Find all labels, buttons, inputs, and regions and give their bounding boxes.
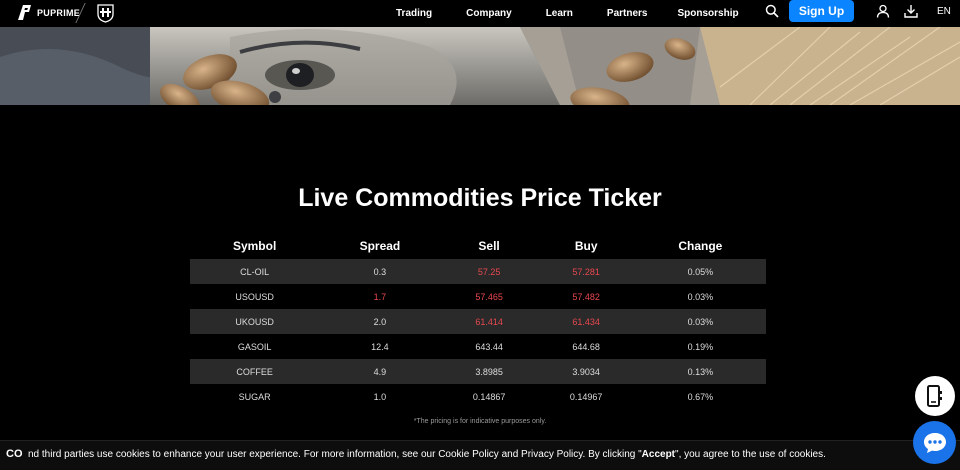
pricing-disclaimer: *The pricing is for indicative purposes …: [413, 418, 547, 425]
sell-cell: 3.8985: [440, 359, 538, 384]
buy-cell: 644.68: [572, 341, 600, 352]
spread-cell: 0.3: [319, 259, 441, 284]
spread-cell: 1.7: [373, 291, 387, 302]
symbol-cell: USOUSD: [235, 291, 274, 302]
sell-cell: 57.465: [475, 291, 503, 302]
nav-sponsorship[interactable]: Sponsorship: [678, 8, 739, 19]
top-navigation-bar: PUPRIME Trading Company Learn Partners S…: [0, 0, 960, 27]
chat-icon: [923, 432, 946, 453]
nav-learn[interactable]: Learn: [546, 8, 573, 19]
nav-company[interactable]: Company: [466, 8, 512, 19]
download-icon[interactable]: [904, 4, 918, 18]
spread-cell: 1.0: [373, 391, 387, 402]
cookie-message-part1: nd third parties use cookies to enhance …: [28, 449, 642, 460]
symbol-cell: GASOIL: [237, 341, 272, 352]
signup-button[interactable]: Sign Up: [789, 0, 854, 22]
puprime-logo[interactable]: PUPRIME: [16, 4, 80, 21]
main-nav: Trading Company Learn Partners Sponsorsh…: [396, 0, 739, 27]
spread-cell: 4.9: [319, 359, 441, 384]
symbol-cell: SUGAR: [238, 391, 271, 402]
change-cell: 0.03%: [687, 291, 714, 302]
sell-cell: 57.25: [440, 259, 538, 284]
cookie-close-button[interactable]: CO: [6, 448, 23, 460]
column-header-change: Change: [678, 239, 723, 253]
spread-cell: 12.4: [371, 341, 389, 352]
change-cell: 0.67%: [687, 391, 714, 402]
cookie-message: nd third parties use cookies to enhance …: [28, 449, 826, 460]
column-header-sell: Sell: [478, 239, 500, 253]
price-ticker-table: Symbol Spread Sell Buy Change CL-OIL 0.3…: [190, 233, 766, 409]
language-selector[interactable]: EN: [937, 6, 951, 17]
column-header-buy: Buy: [574, 239, 598, 253]
sell-cell: 0.14867: [472, 391, 506, 402]
search-icon[interactable]: [765, 4, 779, 18]
buy-cell: 0.14967: [569, 391, 603, 402]
buy-cell: 3.9034: [537, 359, 635, 384]
page-title: Live Commodities Price Ticker: [298, 184, 662, 212]
table-row: SUGAR 1.0 0.14867 0.14967 0.67%: [190, 384, 766, 409]
live-chat-button[interactable]: [913, 421, 956, 464]
brand-name: PUPRIME: [37, 7, 81, 18]
sponsor-crest-icon: [97, 4, 114, 23]
change-cell: 0.03%: [634, 309, 766, 334]
table-row: USOUSD 1.7 57.465 57.482 0.03%: [190, 284, 766, 309]
buy-cell: 57.281: [537, 259, 635, 284]
symbol-cell: CL-OIL: [190, 259, 320, 284]
symbol-cell: UKOUSD: [190, 309, 320, 334]
cookie-accept-link[interactable]: Accept: [642, 449, 675, 460]
app-download-button[interactable]: [915, 376, 955, 416]
banknote-and-grain-illustration: [0, 27, 960, 105]
user-icon[interactable]: [876, 4, 890, 18]
sell-cell: 61.414: [440, 309, 538, 334]
cookie-consent-bar: CO nd third parties use cookies to enhan…: [0, 440, 960, 470]
buy-cell: 57.482: [572, 291, 600, 302]
table-row: GASOIL 12.4 643.44 644.68 0.19%: [190, 334, 766, 359]
symbol-cell: COFFEE: [190, 359, 320, 384]
hero-banner-image: [0, 27, 960, 105]
cookie-message-part2: ", you agree to the use of cookies.: [675, 449, 826, 460]
app-icon: [927, 385, 942, 407]
table-row: UKOUSD 2.0 61.414 61.434 0.03%: [190, 309, 766, 334]
sell-cell: 643.44: [475, 341, 503, 352]
puprime-logo-icon: [18, 5, 31, 20]
table-row: COFFEE 4.9 3.8985 3.9034 0.13%: [190, 359, 766, 384]
change-cell: 0.19%: [687, 341, 714, 352]
spread-cell: 2.0: [319, 309, 441, 334]
column-header-spread: Spread: [359, 239, 401, 253]
nav-partners[interactable]: Partners: [607, 8, 648, 19]
table-header-row: Symbol Spread Sell Buy Change: [190, 233, 766, 259]
nav-trading[interactable]: Trading: [396, 8, 432, 19]
change-cell: 0.13%: [634, 359, 766, 384]
change-cell: 0.05%: [634, 259, 766, 284]
table-row: CL-OIL 0.3 57.25 57.281 0.05%: [190, 259, 766, 284]
column-header-symbol: Symbol: [232, 239, 277, 253]
buy-cell: 61.434: [537, 309, 635, 334]
